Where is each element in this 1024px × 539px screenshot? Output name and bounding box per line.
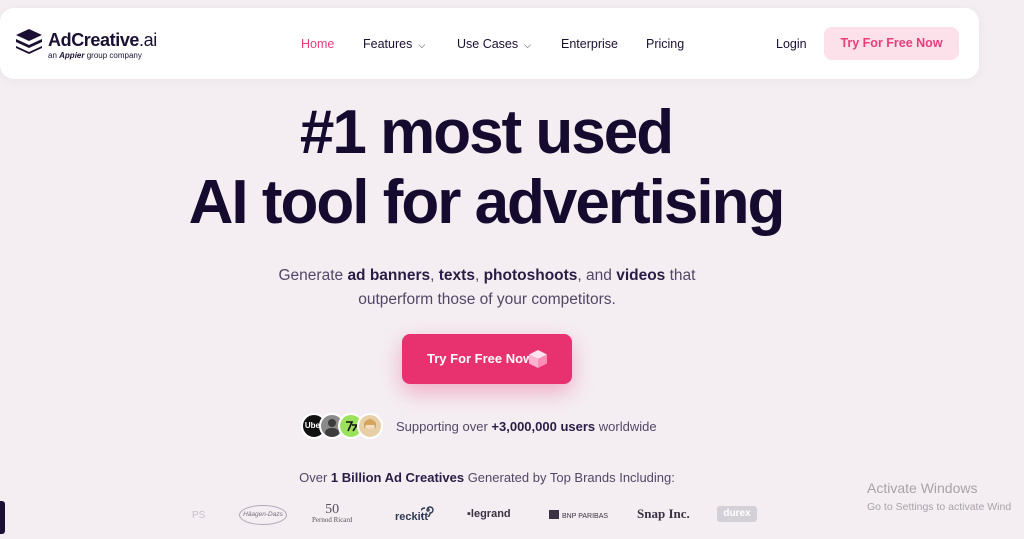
windows-activation-subtitle: Go to Settings to activate Wind (867, 501, 1012, 513)
logo-brand: AdCreative (48, 30, 140, 50)
brands-title-prefix: Over (299, 470, 331, 485)
nav-home[interactable]: Home (301, 38, 334, 51)
logo-tagline-company: Appier (59, 51, 85, 60)
nav-features-label: Features (363, 37, 413, 51)
side-widget-tab[interactable] (0, 501, 5, 534)
pernod-number: 50 (325, 502, 340, 517)
support-suffix: worldwide (595, 419, 657, 434)
hero-try-free-button[interactable]: Try For Free Now (402, 334, 572, 384)
legrand-name: legrand (470, 508, 511, 520)
nav-home-label: Home (301, 37, 335, 51)
sub-text: , and (577, 267, 617, 284)
hero-subtext-line1: Generate ad banners, texts, photoshoots,… (0, 268, 974, 284)
logo-tagline: an Appier group company (48, 51, 142, 60)
nav-pricing-label: Pricing (646, 37, 685, 51)
nav-enterprise[interactable]: Enterprise (561, 38, 618, 51)
brand-logo-bnp-paribas: BNP PARIBAS (549, 510, 608, 520)
nav-use-cases[interactable]: Use Cases ⌵ (457, 38, 531, 51)
brand-logo-haagen-dazs: Häagen-Dazs (239, 505, 287, 525)
brand-logo-snap: Snap Inc. (637, 506, 690, 521)
brand-logo-legrand: ▪legrand (467, 508, 511, 520)
sub-bold-videos: videos (616, 267, 666, 284)
logo-tagline-suffix: group company (86, 51, 142, 60)
top-navigation-bar: AdCreative.ai an Appier group company Ho… (0, 8, 979, 79)
sub-text: Generate (278, 267, 348, 284)
logo-suffix: .ai (139, 30, 157, 50)
support-prefix: Supporting over (396, 419, 492, 434)
pernod-name: Pernod Ricard (312, 516, 353, 524)
nav-enterprise-label: Enterprise (561, 37, 618, 51)
user-avatars: Uber (301, 413, 383, 439)
brands-title: Over 1 Billion Ad Creatives Generated by… (0, 471, 974, 484)
sub-bold-texts: texts (438, 267, 475, 284)
sub-bold-photoshoots: photoshoots (483, 267, 578, 284)
brands-title-bold: 1 Billion Ad Creatives (330, 470, 465, 485)
brand-logo-durex: durex (717, 506, 757, 522)
avatar (357, 413, 383, 439)
logo-tagline-prefix: an (48, 51, 57, 60)
sub-bold-ad-banners: ad banners (347, 267, 431, 284)
sub-text: , (474, 267, 484, 284)
reckitt-swirl-icon (421, 506, 434, 517)
user-count-text: Supporting over +3,000,000 users worldwi… (396, 420, 657, 433)
person-icon (364, 419, 376, 429)
support-count: +3,000,000 users (491, 419, 596, 434)
logo-wordmark: AdCreative.ai (48, 30, 157, 51)
brands-title-suffix: Generated by Top Brands Including: (464, 470, 675, 485)
login-link[interactable]: Login (776, 38, 807, 51)
sub-text: , (430, 267, 439, 284)
nav-features[interactable]: Features ⌵ (363, 38, 425, 51)
nav-use-cases-label: Use Cases (457, 37, 519, 51)
hero-headline-line2: AI tool for advertising (188, 168, 786, 237)
nav-pricing[interactable]: Pricing (646, 38, 684, 51)
brand-logo-faded: PS (192, 510, 206, 521)
layers-logo-icon (16, 29, 42, 54)
hero-subtext-line2: outperform those of your competitors. (358, 291, 616, 308)
hero-headline-line1: #1 most used (299, 98, 674, 167)
sub-text: that (665, 267, 696, 284)
chevron-down-icon: ⌵ (418, 40, 426, 50)
windows-activation-title: Activate Windows (867, 480, 978, 496)
cube-icon (529, 350, 547, 368)
brand-logo-pernod-ricard: 50 Pernod Ricard (312, 503, 352, 524)
nav-try-free-button[interactable]: Try For Free Now (824, 27, 959, 60)
chevron-down-icon: ⌵ (524, 40, 531, 50)
hero-cta-label: Try For Free Now (427, 351, 534, 366)
